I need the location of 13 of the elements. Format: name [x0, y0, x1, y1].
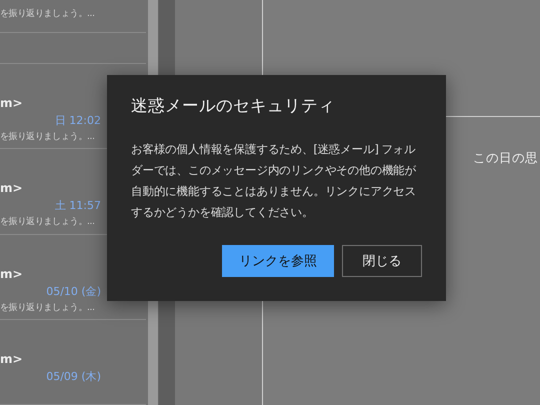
message-sender: m> [0, 96, 23, 110]
message-sender: m> [0, 181, 23, 196]
message-preview: を振り返りましょう。... [0, 302, 95, 314]
message-date: 05/10 (金) [46, 284, 101, 298]
message-date: 05/09 (木) [46, 368, 101, 384]
message-date: 土 11:57 [54, 198, 101, 214]
message-preview: を振り返りましょう。... [0, 8, 96, 20]
message-sender: m> [0, 266, 23, 280]
message-preview: を振り返りましょう。... [0, 216, 95, 228]
message-sender: m> [0, 352, 23, 366]
message-date: 日 12:02 [54, 113, 101, 128]
message-preview: を振り返りましょう。... [0, 131, 95, 143]
message-body-text: この日の思 [473, 150, 538, 165]
